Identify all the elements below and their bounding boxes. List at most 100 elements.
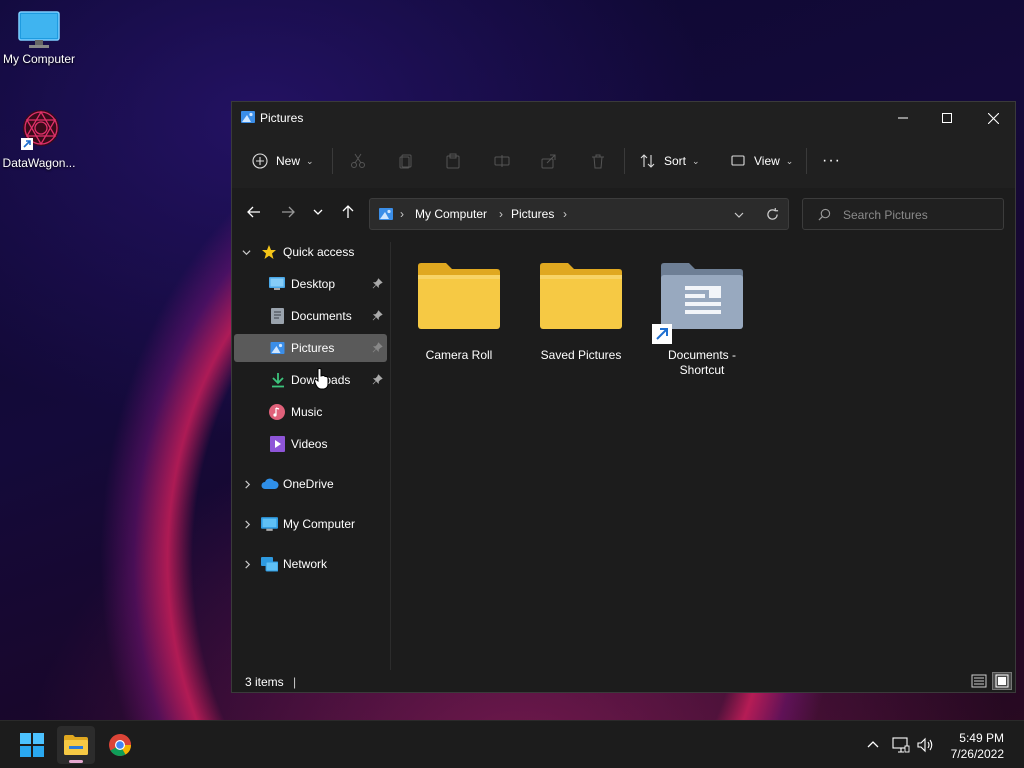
command-bar: New ⌄ Sort ⌄ View ⌄ ··· [232,134,1015,189]
new-button[interactable]: New ⌄ [252,146,314,176]
chevron-down-icon: ⌄ [692,155,700,166]
document-icon [271,308,284,324]
breadcrumb-separator: › [400,207,404,221]
arrow-up-icon [342,205,354,218]
search-box[interactable] [802,198,1004,230]
title-bar[interactable]: Pictures [232,102,1015,134]
folder-camera-roll[interactable]: Camera Roll [404,262,514,363]
pin-icon[interactable] [372,278,383,289]
minimize-button[interactable] [880,102,926,134]
rename-icon [494,155,510,167]
desktop-icon-my-computer[interactable]: My Computer [1,10,77,66]
taskbar: 5:49 PM 7/26/2022 [0,720,1024,768]
star-icon [262,245,276,259]
arrow-right-icon [282,206,295,218]
nav-item-documents[interactable]: Documents [234,302,387,330]
up-button[interactable] [334,198,362,226]
maximize-button[interactable] [924,102,970,134]
chevron-right-icon [245,560,251,569]
nav-item-music[interactable]: Music [234,398,387,426]
breadcrumb-my-computer[interactable]: My Computer [415,207,487,221]
folder-saved-pictures[interactable]: Saved Pictures [526,262,636,363]
chevron-down-icon: ⌄ [306,155,314,166]
view-button[interactable]: View ⌄ [730,146,793,176]
maximize-icon [942,113,952,123]
nav-item-quick-access[interactable]: Quick access [234,238,387,266]
monitor-icon [261,517,278,531]
toolbar-divider [806,148,807,174]
arrow-left-icon [247,206,260,218]
network-status-icon[interactable] [892,737,910,753]
copy-button[interactable] [398,146,414,176]
clock-date: 7/26/2022 [950,747,1004,761]
back-button[interactable] [240,198,268,226]
desktop-icon-label: DataWagon... [2,156,76,170]
taskbar-chrome[interactable] [101,726,139,764]
folder-documents-shortcut[interactable]: Documents - Shortcut [647,262,757,378]
address-bar[interactable]: › My Computer › Pictures › [369,198,789,230]
nav-item-downloads[interactable]: Downloads [234,366,387,394]
nav-item-onedrive[interactable]: OneDrive [234,470,387,498]
copy-icon [399,154,412,169]
toolbar-divider [332,148,333,174]
rename-button[interactable] [494,146,510,176]
forward-button[interactable] [274,198,302,226]
large-icons-view-icon [995,674,1009,688]
volume-icon[interactable] [917,737,935,753]
pin-icon[interactable] [372,310,383,321]
window-title: Pictures [260,111,304,125]
paste-button[interactable] [445,146,461,176]
music-icon [269,404,285,420]
navigation-bar: › My Computer › Pictures › [232,188,1015,238]
show-hidden-icons-chevron-icon[interactable] [867,739,879,751]
close-button[interactable] [970,102,1016,134]
pane-divider[interactable] [390,242,391,670]
windows-logo-icon [20,733,44,757]
file-explorer-icon [64,735,88,755]
hand-cursor-icon [314,368,329,390]
recent-locations-button[interactable] [304,198,332,226]
video-icon [270,436,285,452]
breadcrumb-separator: › [563,207,567,221]
desktop-icon-label: My Computer [2,52,76,66]
nav-item-my-computer[interactable]: My Computer [234,510,387,538]
clipboard-icon [446,153,460,169]
pin-icon[interactable] [372,374,383,385]
refresh-icon[interactable] [766,208,779,221]
download-icon [272,373,284,388]
plus-circle-icon [252,153,268,169]
large-icons-view-button[interactable] [992,672,1012,690]
desktop-icon-datawagon[interactable]: DataWagon... [1,106,77,170]
nav-item-videos[interactable]: Videos [234,430,387,458]
pin-icon[interactable] [372,342,383,353]
cut-button[interactable] [350,146,366,176]
search-icon [818,208,831,221]
sort-icon [640,154,655,168]
pictures-icon [379,208,393,220]
taskbar-file-explorer[interactable] [57,726,95,764]
item-count: 3 items [245,675,284,689]
shortcut-arrow-icon [652,324,672,344]
pictures-icon [241,111,255,123]
chevron-right-icon [245,520,251,529]
sort-button[interactable]: Sort ⌄ [640,146,700,176]
share-button[interactable] [541,146,557,176]
navigation-pane: Quick access Desktop Documents Pictures … [232,238,390,668]
chevron-down-icon[interactable] [734,210,744,220]
details-view-button[interactable] [970,672,988,690]
desktop-icon [269,277,285,290]
start-button[interactable] [13,726,51,764]
breadcrumb-pictures[interactable]: Pictures [511,207,554,221]
clock[interactable]: 5:49 PM 7/26/2022 [951,730,1004,762]
more-options-button[interactable]: ··· [822,146,841,176]
delete-button[interactable] [590,146,606,176]
nav-item-desktop[interactable]: Desktop [234,270,387,298]
ellipsis-icon: ··· [822,152,841,169]
nav-item-network[interactable]: Network [234,550,387,578]
nav-item-pictures[interactable]: Pictures [234,334,387,362]
search-input[interactable] [841,205,995,225]
active-app-indicator [69,760,83,763]
trash-icon [592,154,604,169]
chevron-down-icon [313,209,323,215]
status-bar: 3 items | [232,668,1015,692]
